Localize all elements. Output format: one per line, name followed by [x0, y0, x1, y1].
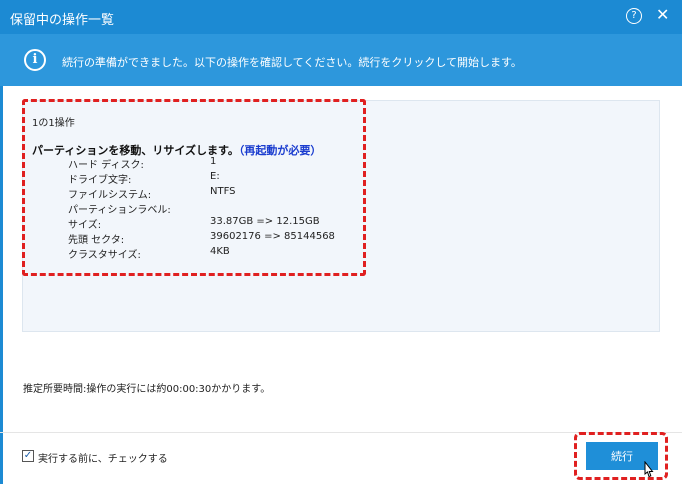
operation-count: 1の1操作	[32, 118, 75, 129]
detail-row-start-sector: 先頭 セクタ: 39602176 => 85144568	[0, 231, 400, 246]
detail-row-drive-letter: ドライブ文字: E:	[0, 171, 400, 186]
detail-row-size: サイズ: 33.87GB => 12.15GB	[0, 216, 400, 231]
detail-label: 先頭 セクタ:	[68, 235, 125, 246]
estimated-time: 推定所要時間:操作の実行には約00:00:30かかります。	[23, 384, 271, 395]
detail-value: 39602176 => 85144568	[210, 231, 335, 242]
detail-label: ハード ディスク:	[68, 160, 144, 171]
detail-value: NTFS	[210, 186, 236, 197]
detail-row-partition-label: パーティションラベル:	[0, 201, 400, 216]
detail-label: ドライブ文字:	[68, 175, 132, 186]
info-icon: i	[24, 49, 46, 71]
detail-row-disk: ハード ディスク: 1	[0, 156, 400, 171]
info-message: 続行の準備ができました。以下の操作を確認してください。続行をクリックして開始しま…	[62, 56, 522, 69]
detail-row-cluster-size: クラスタサイズ: 4KB	[0, 246, 400, 261]
detail-label: ファイルシステム:	[68, 190, 152, 201]
detail-row-filesystem: ファイルシステム: NTFS	[0, 186, 400, 201]
check-before-label[interactable]: 実行する前に、チェックする	[38, 450, 168, 465]
check-before-checkbox[interactable]: ✓	[22, 450, 34, 462]
mouse-cursor-icon	[644, 461, 654, 478]
detail-value: 4KB	[210, 246, 230, 257]
window-title: 保留中の操作一覧	[10, 13, 115, 28]
title-bar: 保留中の操作一覧 ? ✕	[0, 0, 682, 34]
info-banner: i 続行の準備ができました。以下の操作を確認してください。続行をクリックして開始…	[0, 34, 682, 86]
detail-value: 33.87GB => 12.15GB	[210, 216, 320, 227]
detail-label: パーティションラベル:	[68, 205, 171, 216]
help-icon[interactable]: ?	[626, 8, 642, 24]
close-icon[interactable]: ✕	[656, 6, 669, 24]
window-left-edge	[0, 86, 3, 484]
detail-label: クラスタサイズ:	[68, 250, 141, 261]
detail-value: 1	[210, 156, 217, 167]
detail-value: E:	[210, 171, 220, 182]
detail-label: サイズ:	[68, 220, 102, 231]
